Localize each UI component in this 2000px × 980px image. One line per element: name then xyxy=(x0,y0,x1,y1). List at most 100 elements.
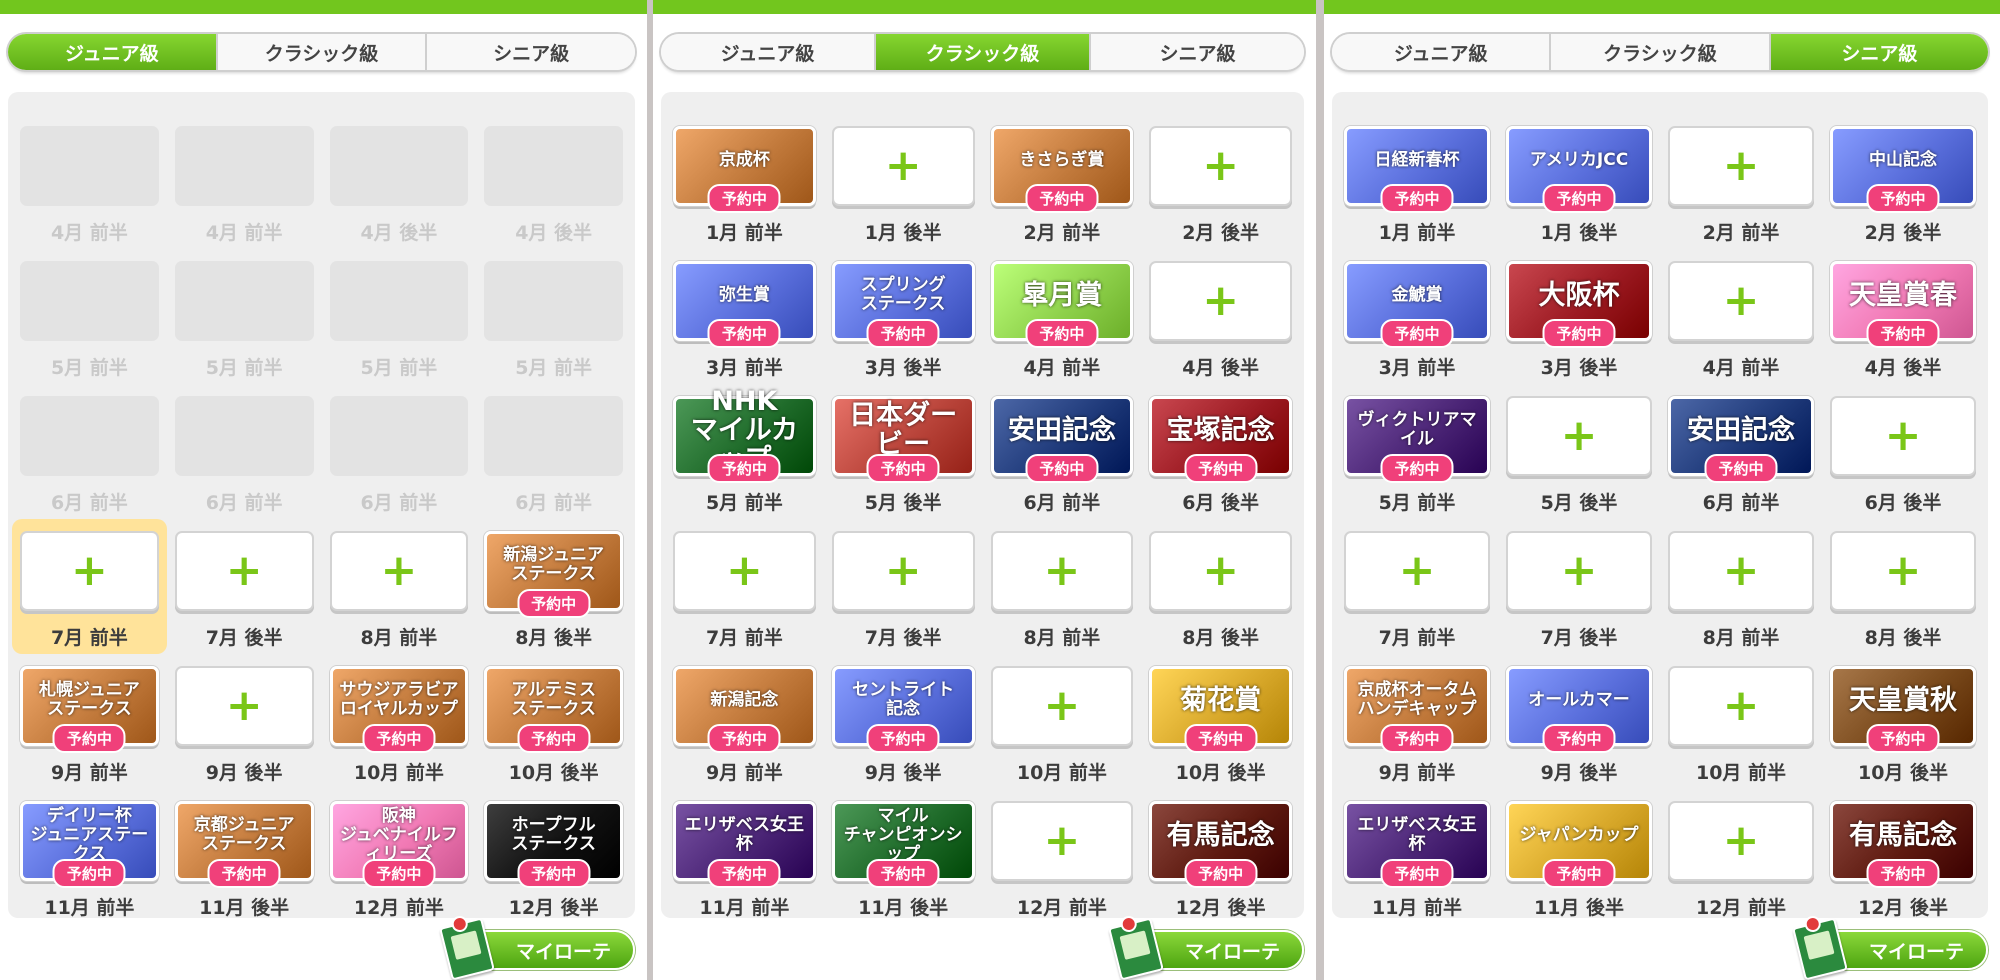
race-cell: 6月 前半 xyxy=(476,384,631,519)
add-race-button[interactable]: + xyxy=(1344,531,1490,611)
race-card[interactable]: 菊花賞 予約中 xyxy=(1149,666,1292,753)
turn-label: 5月 後半 xyxy=(1540,492,1618,514)
race-card[interactable]: 有馬記念 予約中 xyxy=(1149,801,1292,888)
race-card[interactable]: アメリカJCC 予約中 xyxy=(1506,126,1652,213)
tab-senior[interactable]: シニア級 xyxy=(1091,34,1304,70)
myroute-button[interactable]: マイローテ xyxy=(1792,914,1988,980)
tab-junior[interactable]: ジュニア級 xyxy=(1332,34,1552,70)
race-card[interactable]: ジャパンカップ 予約中 xyxy=(1506,801,1652,888)
plus-icon: + xyxy=(1722,545,1760,596)
add-race-button[interactable]: + xyxy=(1668,666,1814,746)
race-card[interactable]: 新潟記念 予約中 xyxy=(673,666,816,753)
add-race-button[interactable]: + xyxy=(1668,801,1814,881)
tab-classic[interactable]: クラシック級 xyxy=(217,34,428,70)
race-cell: 宝塚記念 予約中 6月 後半 xyxy=(1141,384,1300,519)
add-race-button[interactable]: + xyxy=(831,531,975,611)
race-card[interactable]: 京都ジュニア ステークス 予約中 xyxy=(174,801,314,888)
tab-junior[interactable]: ジュニア級 xyxy=(8,34,218,70)
tab-senior[interactable]: シニア級 xyxy=(427,34,635,70)
race-card[interactable]: 札幌ジュニア ステークス 予約中 xyxy=(20,666,159,753)
add-race-button[interactable]: + xyxy=(1830,531,1976,611)
reserved-badge: 予約中 xyxy=(707,724,781,753)
junior-panel: ジュニア級 クラシック級 シニア級 4月 前半 4月 前半 4月 後半 4月 後半 5月… xyxy=(0,0,647,980)
race-card[interactable]: ホープフル ステークス 予約中 xyxy=(484,801,623,888)
tab-classic[interactable]: クラシック級 xyxy=(876,34,1091,70)
add-race-button[interactable]: + xyxy=(1668,261,1814,341)
turn-label: 1月 後半 xyxy=(1540,222,1618,244)
reserved-badge: 予約中 xyxy=(1866,184,1940,213)
tab-junior[interactable]: ジュニア級 xyxy=(661,34,876,70)
race-card[interactable]: 京成杯オータム ハンデキャップ 予約中 xyxy=(1344,666,1490,753)
add-race-button[interactable]: + xyxy=(831,126,975,206)
add-race-button[interactable]: + xyxy=(174,531,314,611)
race-name: 京成杯 xyxy=(718,149,770,170)
add-race-button[interactable]: + xyxy=(329,531,469,611)
reserved-badge: 予約中 xyxy=(1866,319,1940,348)
race-card[interactable]: きさらぎ賞 予約中 xyxy=(990,126,1134,213)
add-race-button[interactable]: + xyxy=(1149,531,1292,611)
add-race-button[interactable]: + xyxy=(1668,531,1814,611)
race-card[interactable]: エリザベス女王杯 予約中 xyxy=(1344,801,1490,888)
race-card[interactable]: デイリー杯 ジュニアステークス 予約中 xyxy=(20,801,159,888)
add-race-button[interactable]: + xyxy=(1506,531,1652,611)
myroute-button[interactable]: マイローテ xyxy=(439,914,635,980)
turn-label: 7月 後半 xyxy=(205,627,283,649)
race-card[interactable]: 有馬記念 予約中 xyxy=(1830,801,1976,888)
reserved-badge: 予約中 xyxy=(1380,859,1454,888)
reserved-badge: 予約中 xyxy=(707,184,781,213)
race-card[interactable]: 阪神 ジュベナイルフィリーズ 予約中 xyxy=(329,801,469,888)
add-race-button[interactable]: + xyxy=(1149,126,1292,206)
myroute-button[interactable]: マイローテ xyxy=(1108,914,1304,980)
race-card[interactable]: NHK マイルカップ予約中 xyxy=(673,387,816,483)
add-race-button[interactable]: + xyxy=(1668,126,1814,206)
race-card[interactable]: 天皇賞春 予約中 xyxy=(1830,261,1976,348)
race-card[interactable]: 宝塚記念 予約中 xyxy=(1149,396,1292,483)
add-race-button[interactable]: + xyxy=(174,666,314,746)
race-card[interactable]: アルテミス ステークス 予約中 xyxy=(484,666,623,753)
reserved-badge: 予約中 xyxy=(362,859,436,888)
race-card[interactable]: サウジアラビア ロイヤルカップ 予約中 xyxy=(329,666,469,753)
race-card[interactable]: 日本ダービー 予約中 xyxy=(831,396,975,483)
panel-header xyxy=(0,0,647,14)
race-cell: アメリカJCC 予約中 1月 後半 xyxy=(1498,114,1660,249)
race-card[interactable]: 弥生賞 予約中 xyxy=(673,261,816,348)
race-card[interactable]: 京成杯 予約中 xyxy=(673,126,816,213)
race-card[interactable]: ヴィクトリアマイル 予約中 xyxy=(1344,396,1490,483)
race-card[interactable]: 天皇賞秋 予約中 xyxy=(1830,666,1976,753)
race-cell: +8月 前半 xyxy=(983,519,1142,654)
add-race-button[interactable]: + xyxy=(990,801,1134,881)
race-card[interactable]: 新潟ジュニア ステークス 予約中 xyxy=(484,531,623,618)
race-card[interactable]: エリザベス女王杯 予約中 xyxy=(673,801,816,888)
add-race-button[interactable]: + xyxy=(1506,396,1652,476)
race-card[interactable]: 安田記念 予約中 xyxy=(990,396,1134,483)
reserved-badge: 予約中 xyxy=(1542,859,1616,888)
plus-icon: + xyxy=(1560,410,1598,461)
race-card[interactable]: 日経新春杯 予約中 xyxy=(1344,126,1490,213)
myroute-label: マイローテ xyxy=(1184,940,1280,963)
race-cell: +6月 後半 xyxy=(1822,384,1984,519)
race-card[interactable]: セントライト 記念 予約中 xyxy=(831,666,975,753)
race-card[interactable]: スプリング ステークス 予約中 xyxy=(831,261,975,348)
add-race-button[interactable]: + xyxy=(1149,261,1292,341)
race-card[interactable]: 金鯱賞 予約中 xyxy=(1344,261,1490,348)
add-race-button[interactable]: + xyxy=(990,666,1134,746)
tab-classic[interactable]: クラシック級 xyxy=(1551,34,1771,70)
race-cell: +4月 前半 xyxy=(1660,249,1822,384)
add-race-button[interactable]: + xyxy=(1830,396,1976,476)
turn-label: 1月 前半 xyxy=(705,222,783,244)
race-card[interactable]: オールカマー 予約中 xyxy=(1506,666,1652,753)
race-card[interactable]: マイル チャンピオンシップ 予約中 xyxy=(831,801,975,888)
add-race-button[interactable]: + xyxy=(673,531,816,611)
race-card[interactable]: 皐月賞 予約中 xyxy=(990,261,1134,348)
add-race-button[interactable]: + xyxy=(20,531,159,611)
reserved-badge: 予約中 xyxy=(1380,184,1454,213)
tab-senior[interactable]: シニア級 xyxy=(1770,34,1988,70)
empty-slot xyxy=(484,261,623,341)
add-race-button[interactable]: + xyxy=(990,531,1134,611)
race-card[interactable]: 大阪杯 予約中 xyxy=(1506,261,1652,348)
plus-icon: + xyxy=(1043,545,1081,596)
turn-label: 4月 後半 xyxy=(1864,357,1942,379)
race-card[interactable]: 中山記念 予約中 xyxy=(1830,126,1976,213)
panel-header xyxy=(653,0,1316,14)
race-card[interactable]: 安田記念 予約中 xyxy=(1668,396,1814,483)
